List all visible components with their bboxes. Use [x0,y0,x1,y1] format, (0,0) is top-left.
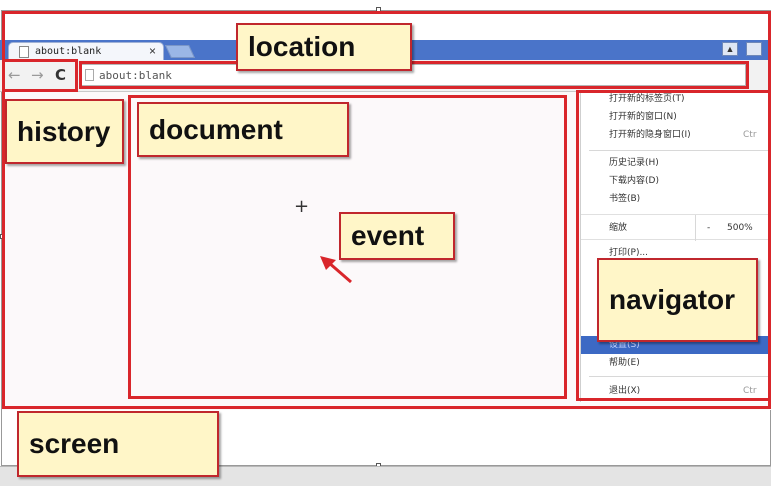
event-arrow-icon [320,256,352,284]
navigator-label: navigator [597,258,758,342]
document-label: document [137,102,349,157]
event-label: event [339,212,455,260]
location-outline-box [79,61,749,89]
history-label: history [5,99,124,164]
location-label: location [236,23,412,71]
history-outline-box [2,59,78,92]
navigator-outline-box [576,90,771,401]
screen-label: screen [17,411,219,477]
